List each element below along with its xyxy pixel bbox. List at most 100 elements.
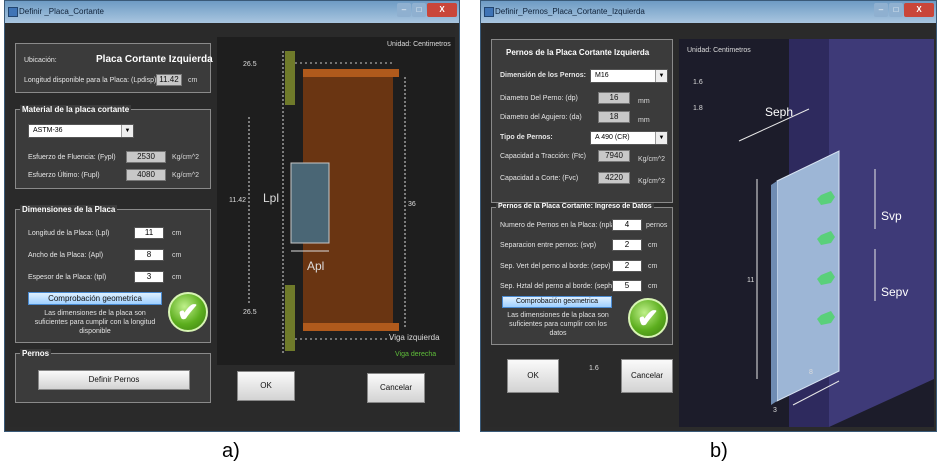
title-bar[interactable]: Definir_Pernos_Placa_Cortante_Izquierda	[481, 1, 936, 22]
nplaca-input[interactable]: 4	[612, 219, 642, 231]
column-flange	[829, 39, 934, 427]
dp-label: Diametro Del Perno: (dp)	[500, 95, 578, 102]
da-label: Diametro del Agujero: (da)	[500, 114, 582, 121]
ultimo-label: Esfuerzo Último: (Fupl)	[28, 172, 100, 179]
ancho-placa-label: Ancho de la Placa: (Apl)	[28, 252, 104, 259]
pernos-data-panel: Pernos de la Placa Cortante Izquierda Di…	[491, 39, 673, 203]
client-area: Pernos de la Placa Cortante Izquierda Di…	[485, 23, 934, 427]
espesor-placa-unit: cm	[172, 274, 182, 281]
fluencia-label: Esfuerzo de Fluencia: (Fypl)	[28, 154, 116, 161]
da-value: 18	[598, 111, 630, 123]
check-icon: ✔	[628, 298, 668, 338]
fluencia-value: 2530	[126, 151, 166, 163]
cancel-button[interactable]: Cancelar	[621, 359, 673, 393]
value-1: 1.6	[693, 79, 703, 86]
ftc-unit: Kg/cm^2	[638, 156, 666, 163]
pernos-heading: Pernos de la Placa Cortante Izquierda	[506, 48, 650, 57]
ultimo-unit: Kg/cm^2	[172, 172, 200, 179]
dp-value: 16	[598, 92, 630, 104]
sepv-unit: cm	[648, 263, 658, 270]
seph-label: Seph	[765, 105, 794, 119]
longitud-placa-unit: cm	[172, 230, 182, 237]
definir-pernos-button[interactable]: Definir Pernos	[38, 370, 190, 390]
sepv-label: Sep. Vert del perno al borde: (sepv)	[500, 263, 611, 270]
longitud-disponible-label: Longitud disponible para la Placa: (Lpdi…	[24, 77, 157, 84]
svp-label: Svp	[881, 209, 902, 223]
mid-value: 1.6	[589, 365, 599, 372]
column-bottom	[285, 285, 295, 351]
ubicacion-value: Placa Cortante Izquierda	[96, 54, 213, 65]
seph-label: Sep. Hztal del perno al borde: (seph)	[500, 283, 615, 290]
window-title: Definir _Placa_Cortante	[19, 7, 104, 16]
maximize-button[interactable]: □	[889, 3, 903, 17]
ultimo-value: 4080	[126, 169, 166, 181]
app-icon	[484, 7, 494, 17]
title-bar[interactable]: Definir _Placa_Cortante	[5, 1, 459, 22]
tipo-pernos-selected: A 490 (CR)	[595, 134, 630, 141]
material-panel-title: Material de la placa cortante	[20, 105, 132, 114]
espesor-placa-input[interactable]: 3	[134, 271, 164, 283]
minimize-button[interactable]: –	[397, 3, 411, 17]
sepv-label: Sepv	[881, 285, 909, 299]
sepv-input[interactable]: 2	[612, 260, 642, 272]
ftc-value: 7940	[598, 150, 630, 162]
top-dim: 26.5	[243, 61, 257, 68]
shear-plate	[290, 162, 330, 244]
seph-unit: cm	[648, 283, 658, 290]
chevron-down-icon[interactable]: ▼	[655, 132, 667, 144]
app-icon	[8, 7, 18, 17]
minimize-button[interactable]: –	[874, 3, 888, 17]
svp-unit: cm	[648, 242, 658, 249]
window-title: Definir_Pernos_Placa_Cortante_Izquierda	[495, 7, 645, 16]
svp-input[interactable]: 2	[612, 239, 642, 251]
dim-pernos-dropdown[interactable]: M16 ▼	[590, 69, 668, 83]
width-label: 8	[809, 369, 813, 376]
close-button[interactable]: X	[904, 3, 934, 17]
window-placa-cortante: Definir _Placa_Cortante – □ X Ubicación:…	[4, 0, 460, 432]
bottom-dim: 26.5	[243, 309, 257, 316]
dimensiones-panel: Dimensiones de la Placa Longitud de la P…	[15, 205, 211, 343]
material-dropdown[interactable]: ASTM-36 ▼	[28, 124, 134, 138]
ubicacion-panel: Ubicación: Placa Cortante Izquierda Long…	[15, 43, 213, 93]
nplaca-label: Numero de Pernos en la Placa: (nplaca)	[500, 222, 625, 229]
cancel-button[interactable]: Cancelar	[367, 373, 425, 403]
length-label: 11	[747, 277, 755, 284]
chevron-down-icon[interactable]: ▼	[121, 125, 133, 137]
beam-flange-top	[303, 69, 399, 77]
pernos-drawing: Unidad: Centimetros 1.6 1.8 Seph Svp Sep…	[679, 39, 934, 427]
ingreso-note: Las dimensiones de la placa son suficien…	[507, 312, 609, 337]
ftc-label: Capacidad a Tracción: (Ftc)	[500, 153, 586, 160]
fvc-value: 4220	[598, 172, 630, 184]
longitud-disponible-value: 11.42	[156, 74, 182, 86]
pernos-figure	[738, 39, 934, 427]
apl-label: Apl	[307, 259, 325, 273]
longitud-disponible-unit: cm	[188, 77, 198, 84]
seph-input[interactable]: 5	[612, 280, 642, 292]
da-unit: mm	[638, 117, 650, 124]
ancho-placa-input[interactable]: 8	[134, 249, 164, 261]
column-top	[285, 51, 295, 105]
comprobacion-button[interactable]: Comprobación geometrica	[502, 296, 612, 308]
ok-button[interactable]: OK	[507, 359, 559, 393]
dimensiones-note: Las dimensiones de la placa son suficien…	[34, 310, 156, 335]
maximize-button[interactable]: □	[412, 3, 426, 17]
chevron-down-icon[interactable]: ▼	[655, 70, 667, 82]
close-button[interactable]: X	[427, 3, 457, 17]
lpl-label: Lpl	[263, 191, 280, 205]
ingreso-panel: Pernos de la Placa Cortante: Ingreso de …	[491, 203, 673, 345]
value-2: 1.8	[693, 105, 703, 112]
fvc-label: Capacidad a Corte: (Fvc)	[500, 175, 579, 182]
ok-button[interactable]: OK	[237, 371, 295, 401]
longitud-placa-input[interactable]: 11	[134, 227, 164, 239]
fvc-unit: Kg/cm^2	[638, 178, 666, 185]
comprobacion-button[interactable]: Comprobación geometrica	[28, 292, 162, 305]
right-dim: 36	[408, 201, 416, 208]
tipo-pernos-dropdown[interactable]: A 490 (CR) ▼	[590, 131, 668, 145]
dim-pernos-label: Dimensión de los Pernos:	[500, 72, 586, 79]
viga-derecha-label: Viga derecha	[395, 351, 437, 358]
left-dim: 11.42	[229, 197, 246, 204]
thickness-label: 3	[773, 407, 777, 414]
plate-edge	[771, 181, 777, 405]
beam-flange-bottom	[303, 323, 399, 331]
client-area: Ubicación: Placa Cortante Izquierda Long…	[9, 23, 455, 427]
